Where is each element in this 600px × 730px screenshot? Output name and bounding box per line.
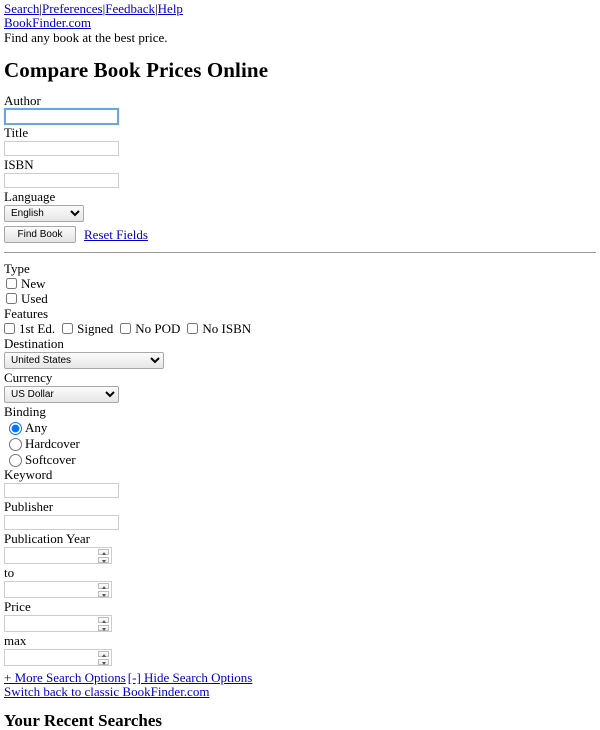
checkbox-signed[interactable]	[62, 323, 74, 334]
publication-year-label: Publication Year	[4, 531, 90, 546]
language-select[interactable]: English	[4, 205, 84, 222]
publisher-label: Publisher	[4, 499, 54, 514]
title-label: Title	[4, 125, 29, 140]
checkbox-used[interactable]	[6, 293, 17, 304]
checkbox-label-no-pod: No POD	[135, 321, 181, 336]
title-input[interactable]	[4, 141, 119, 156]
tagline: Find any book at the best price.	[4, 30, 168, 45]
checkbox-no-pod[interactable]	[120, 323, 132, 334]
more-search-options-link[interactable]: + More Search Options	[4, 670, 126, 685]
keyword-label: Keyword	[4, 467, 53, 482]
destination-select[interactable]: United States	[4, 352, 164, 369]
publication-year-to-label: to	[4, 565, 15, 580]
radio-binding-hardcover[interactable]	[9, 438, 22, 451]
page-title: Compare Book Prices Online	[4, 58, 269, 82]
switch-classic-line: Switch back to classic BookFinder.com	[4, 685, 596, 699]
type-label: Type	[4, 261, 30, 276]
language-label: Language	[4, 189, 56, 204]
price-max-label: max	[4, 633, 27, 648]
spinner-icon[interactable]	[98, 617, 109, 631]
nav-link-search[interactable]: Search	[4, 1, 39, 16]
publication-year-to-input[interactable]	[5, 583, 99, 599]
switch-classic-link[interactable]: Switch back to classic BookFinder.com	[4, 684, 209, 699]
checkbox-label-signed: Signed	[77, 321, 114, 336]
checkbox-label-used: Used	[21, 291, 48, 306]
author-field-group: Author	[4, 93, 596, 125]
isbn-field-group: ISBN	[4, 157, 596, 188]
radio-row-any[interactable]: Any	[4, 419, 596, 435]
radio-row-hardcover[interactable]: Hardcover	[4, 435, 596, 451]
checkbox-no-isbn[interactable]	[187, 323, 199, 334]
brand-link[interactable]: BookFinder.com	[4, 15, 91, 30]
features-label: Features	[4, 306, 49, 321]
isbn-input[interactable]	[4, 173, 119, 188]
currency-label: Currency	[4, 370, 53, 385]
brand-line: BookFinder.com	[4, 16, 596, 30]
checkbox-row-no-isbn[interactable]: No ISBN	[187, 321, 251, 336]
radio-label-softcover: Softcover	[25, 451, 76, 467]
publication-year-stepper[interactable]	[4, 547, 112, 565]
title-field-group: Title	[4, 125, 596, 156]
top-nav: Search|Preferences|Feedback|Help	[4, 2, 596, 16]
nav-link-preferences[interactable]: Preferences	[42, 1, 103, 16]
spinner-down-icon[interactable]	[98, 625, 109, 631]
spinner-icon[interactable]	[98, 549, 109, 563]
radio-label-any: Any	[25, 419, 48, 435]
price-max-input[interactable]	[5, 651, 99, 667]
checkbox-new[interactable]	[6, 278, 17, 289]
nav-link-feedback[interactable]: Feedback	[105, 1, 155, 16]
features-row: 1st Ed. Signed No POD No ISBN	[4, 321, 596, 336]
publication-year-input[interactable]	[5, 549, 99, 565]
publication-year-to-stepper[interactable]	[4, 581, 112, 599]
author-input[interactable]	[4, 108, 119, 125]
find-book-button[interactable]: Find Book	[4, 226, 76, 243]
checkbox-row-no-pod[interactable]: No POD	[120, 321, 180, 336]
author-label: Author	[4, 93, 41, 108]
radio-label-hardcover: Hardcover	[25, 435, 80, 451]
currency-select[interactable]: US Dollar	[4, 386, 119, 403]
reset-fields-link[interactable]: Reset Fields	[84, 227, 148, 243]
price-stepper[interactable]	[4, 615, 112, 633]
spinner-icon[interactable]	[98, 651, 109, 665]
spinner-down-icon[interactable]	[98, 557, 109, 563]
isbn-label: ISBN	[4, 157, 34, 172]
checkbox-label-no-isbn: No ISBN	[202, 321, 252, 336]
checkbox-label-new: New	[21, 276, 46, 291]
checkbox-row-new[interactable]: New	[4, 276, 596, 291]
spinner-up-icon[interactable]	[98, 651, 109, 657]
spinner-down-icon[interactable]	[98, 591, 109, 597]
nav-link-help[interactable]: Help	[158, 1, 183, 16]
price-input[interactable]	[5, 617, 99, 633]
checkbox-row-signed[interactable]: Signed	[62, 321, 113, 336]
price-max-stepper[interactable]	[4, 649, 112, 667]
radio-binding-softcover[interactable]	[9, 454, 22, 467]
search-options-links: + More Search Options [-] Hide Search Opt…	[4, 671, 596, 685]
destination-label: Destination	[4, 336, 64, 351]
keyword-input[interactable]	[4, 483, 119, 498]
publisher-input[interactable]	[4, 515, 119, 530]
checkbox-row-first-edition[interactable]: 1st Ed.	[4, 321, 55, 336]
section-divider	[4, 252, 596, 253]
hide-search-options-link[interactable]: [-] Hide Search Options	[128, 670, 253, 685]
recent-searches-heading: Your Recent Searches	[4, 711, 163, 730]
language-field-group: Language English	[4, 189, 596, 222]
binding-label: Binding	[4, 404, 46, 419]
page-root: Search|Preferences|Feedback|Help BookFin…	[0, 0, 600, 730]
spinner-icon[interactable]	[98, 583, 109, 597]
radio-binding-any[interactable]	[9, 422, 22, 435]
checkbox-row-used[interactable]: Used	[4, 291, 596, 306]
checkbox-first-edition[interactable]	[4, 323, 15, 334]
spinner-up-icon[interactable]	[98, 617, 109, 623]
price-label: Price	[4, 599, 31, 614]
form-actions: Find Book Reset Fields	[4, 226, 596, 243]
radio-row-softcover[interactable]: Softcover	[4, 451, 596, 467]
spinner-up-icon[interactable]	[98, 583, 109, 589]
spinner-down-icon[interactable]	[98, 659, 109, 665]
checkbox-label-first-edition: 1st Ed.	[19, 321, 56, 336]
spinner-up-icon[interactable]	[98, 549, 109, 555]
